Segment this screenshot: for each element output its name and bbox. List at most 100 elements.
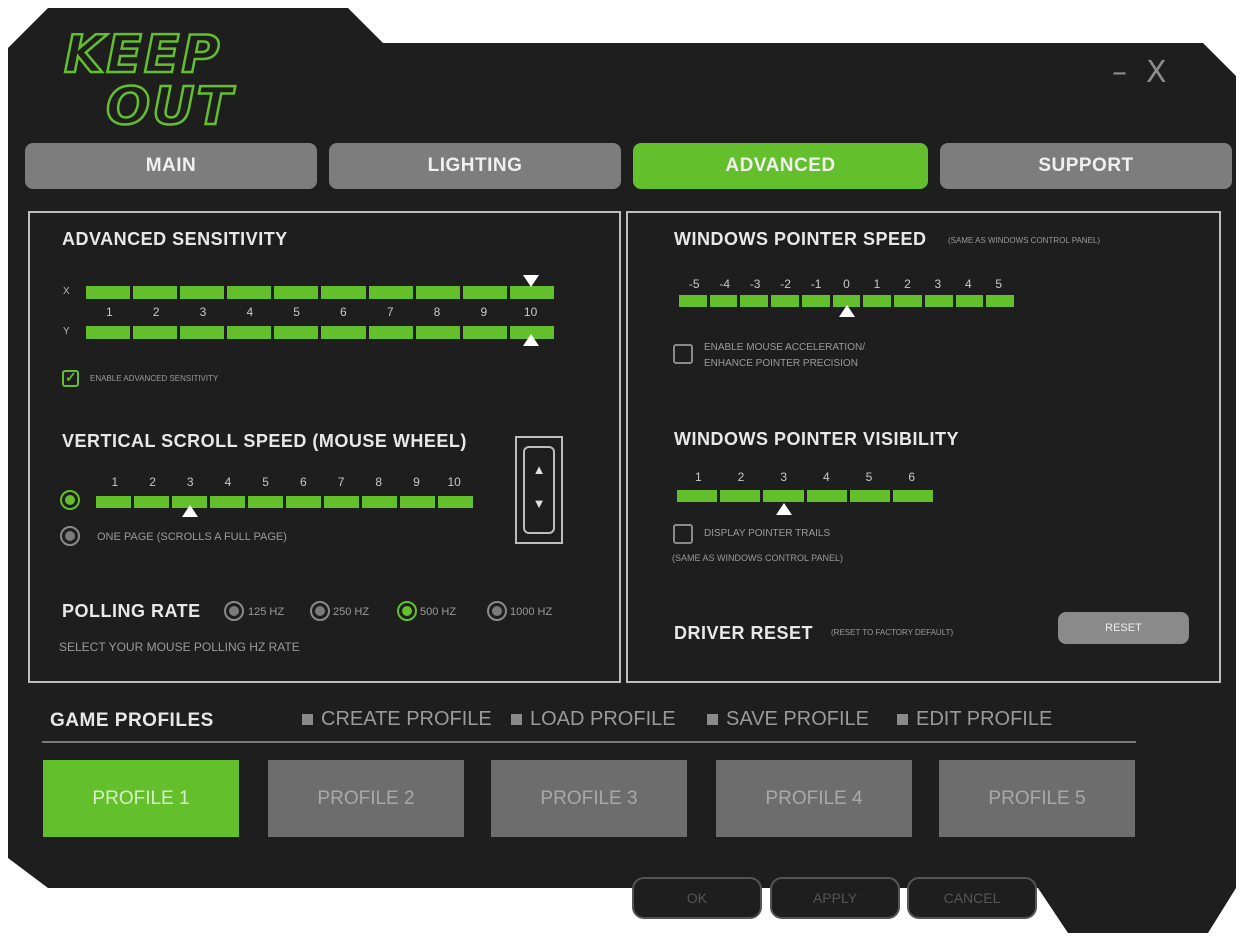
tick-label: 4	[224, 475, 232, 489]
wheel-up-icon[interactable]: ▲	[525, 462, 553, 477]
sensitivity-y-slider[interactable]	[86, 326, 554, 339]
profile-5-button[interactable]: PROFILE 5	[939, 760, 1135, 837]
edit-profile-action[interactable]: EDIT PROFILE	[897, 708, 1052, 731]
tick-label: -5	[688, 277, 700, 291]
logo-line-2: OUT	[106, 77, 235, 132]
cancel-button[interactable]: CANCEL	[907, 877, 1037, 919]
slider-segment	[849, 490, 890, 502]
polling-250-radio[interactable]	[310, 601, 330, 621]
tick-label: 4	[246, 305, 254, 319]
edit-profile-label: EDIT PROFILE	[916, 708, 1053, 730]
slider-segment	[86, 326, 131, 339]
driver-reset-note: (RESET TO FACTORY DEFAULT)	[831, 628, 954, 637]
slider-segment	[248, 496, 283, 508]
slider-segment	[679, 295, 707, 307]
slider-segment	[321, 286, 366, 299]
slider-segment	[133, 326, 178, 339]
apply-button[interactable]: APPLY	[770, 877, 900, 919]
mouse-wheel: ▲ ▼	[523, 446, 555, 534]
tick-label: 1	[694, 470, 702, 484]
slider-segment	[740, 295, 769, 307]
tick-label: 2	[149, 475, 156, 489]
slider-segment	[180, 286, 225, 299]
tick-label: 5	[262, 475, 269, 489]
slider-segment	[210, 496, 245, 508]
slider-segment	[462, 286, 507, 299]
tab-support[interactable]: SUPPORT	[940, 143, 1232, 189]
tick-label: 6	[340, 305, 347, 319]
pointer-trails-checkbox[interactable]	[673, 524, 693, 544]
profile-2-button[interactable]: PROFILE 2	[268, 760, 464, 837]
slider-segment	[86, 286, 131, 299]
save-profile-label: SAVE PROFILE	[726, 708, 870, 730]
tick-label: 6	[300, 475, 307, 489]
slider-segment	[709, 295, 738, 307]
slider-segment	[955, 295, 984, 307]
polling-500-radio[interactable]	[397, 601, 417, 621]
wheel-down-icon[interactable]: ▼	[525, 496, 553, 511]
keep-out-logo: KEEP OUT	[58, 22, 298, 139]
tick-label: -2	[780, 277, 791, 291]
square-icon	[707, 714, 718, 725]
pointer-speed-note: (SAME AS WINDOWS CONTROL PANEL)	[948, 236, 1101, 245]
polling-125-radio[interactable]	[224, 601, 244, 621]
slider-segment	[400, 496, 435, 508]
tick-label: 2	[152, 305, 160, 319]
minimize-icon[interactable]: –	[1112, 55, 1127, 90]
profile-4-button[interactable]: PROFILE 4	[716, 760, 912, 837]
tab-main[interactable]: MAIN	[25, 143, 317, 189]
pointer-visibility-slider[interactable]	[677, 490, 934, 502]
acceleration-label-line1: ENABLE MOUSE ACCELERATION/	[704, 342, 865, 353]
slider-segment	[677, 490, 718, 502]
slider-segment	[227, 286, 272, 299]
reset-button[interactable]: RESET	[1058, 612, 1189, 644]
profiles-divider	[42, 741, 1136, 743]
enable-advanced-sensitivity-checkbox[interactable]: ✓	[62, 369, 79, 387]
create-profile-action[interactable]: CREATE PROFILE	[302, 708, 492, 731]
polling-500-label: 500 HZ	[420, 606, 457, 618]
profile-3-button[interactable]: PROFILE 3	[491, 760, 687, 837]
ok-button[interactable]: OK	[632, 877, 762, 919]
pointer-speed-title: WINDOWS POINTER SPEED	[674, 229, 927, 249]
tick-label: 5	[293, 305, 300, 319]
enable-acceleration-checkbox[interactable]	[673, 344, 693, 364]
tick-label: 7	[386, 305, 394, 319]
tab-lighting[interactable]: LIGHTING	[329, 143, 621, 189]
slider-segment	[368, 326, 413, 339]
scroll-lines-radio[interactable]	[60, 490, 80, 510]
x-axis-label: X	[63, 286, 70, 297]
tick-label: 5	[995, 277, 1003, 291]
slider-segment	[924, 295, 953, 307]
advanced-sensitivity-title: ADVANCED SENSITIVITY	[62, 229, 288, 249]
slider-segment	[180, 326, 225, 339]
polling-1000-radio[interactable]	[487, 601, 507, 621]
slider-segment	[720, 490, 761, 502]
sensitivity-x-thumb[interactable]	[522, 275, 539, 287]
driver-reset-title: DRIVER RESET	[674, 623, 814, 643]
pointer-speed-thumb[interactable]	[838, 305, 855, 317]
profile-1-button[interactable]: PROFILE 1	[43, 760, 239, 837]
slider-segment	[368, 286, 413, 299]
save-profile-action[interactable]: SAVE PROFILE	[707, 708, 869, 731]
close-icon[interactable]: X	[1146, 55, 1167, 90]
create-profile-label: CREATE PROFILE	[321, 708, 492, 730]
tick-label: 6	[908, 470, 915, 484]
scroll-speed-title: VERTICAL SCROLL SPEED (MOUSE WHEEL)	[62, 431, 467, 451]
scroll-one-page-radio[interactable]	[60, 526, 80, 546]
slider-segment	[274, 326, 319, 339]
slider-segment	[462, 326, 507, 339]
slider-segment	[227, 326, 272, 339]
tick-label: 9	[413, 475, 420, 489]
tick-label: 8	[433, 305, 441, 319]
sensitivity-x-slider[interactable]	[86, 286, 554, 299]
scroll-speed-thumb[interactable]	[182, 505, 199, 517]
sensitivity-y-thumb[interactable]	[522, 334, 539, 346]
slider-segment	[274, 286, 319, 299]
scroll-speed-slider[interactable]	[96, 496, 473, 508]
slider-segment	[415, 286, 460, 299]
load-profile-action[interactable]: LOAD PROFILE	[511, 708, 676, 731]
tab-advanced[interactable]: ADVANCED	[633, 143, 928, 189]
pointer-visibility-thumb[interactable]	[775, 503, 792, 515]
slider-segment	[771, 295, 799, 307]
slider-segment	[438, 496, 473, 508]
